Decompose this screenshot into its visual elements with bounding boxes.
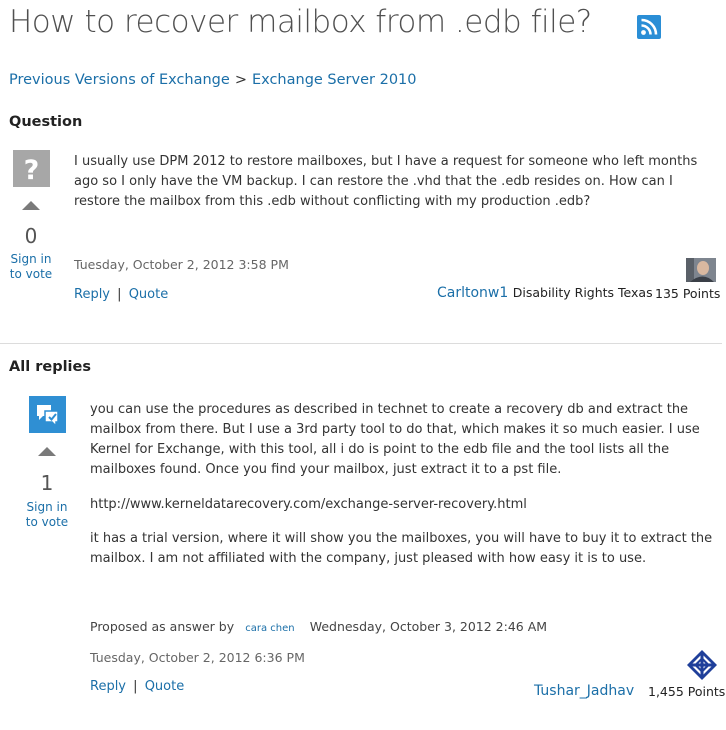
reply-timestamp: Tuesday, October 2, 2012 6:36 PM — [90, 650, 305, 665]
reply-paragraph-1: you can use the procedures as described … — [90, 402, 700, 477]
sign-in-line1: Sign in — [10, 252, 52, 266]
question-reply-link[interactable]: Reply — [74, 287, 110, 302]
reply-actions: Reply | Quote — [90, 679, 184, 694]
question-actions: Reply | Quote — [74, 287, 168, 302]
sign-in-line2: to vote — [25, 515, 69, 529]
reply-quote-link[interactable]: Quote — [145, 679, 185, 694]
breadcrumb-previous-versions-link[interactable]: Previous Versions of Exchange — [9, 72, 230, 88]
sign-in-line2: to vote — [9, 267, 53, 281]
reply-paragraph-3: it has a trial version, where it will sh… — [90, 531, 713, 566]
question-quote-link[interactable]: Quote — [129, 287, 169, 302]
breadcrumb-exchange-2010-link[interactable]: Exchange Server 2010 — [252, 72, 417, 88]
question-sign-in-to-vote-link[interactable]: Sign in to vote — [9, 252, 53, 282]
reply-vote-count: 1 — [40, 471, 54, 495]
question-author: Carltonw1 Disability Rights Texas — [437, 285, 653, 301]
reply-author-link[interactable]: Tushar_Jadhav — [534, 683, 634, 699]
reply-paragraph-url: http://www.kerneldatarecovery.com/exchan… — [90, 497, 527, 512]
question-mark-icon: ? — [13, 150, 50, 187]
breadcrumb-separator: > — [234, 72, 247, 88]
community-badge-icon[interactable] — [686, 649, 718, 681]
reply-reply-link[interactable]: Reply — [90, 679, 126, 694]
reply-author-points: 1,455 Points — [648, 684, 726, 699]
rss-icon[interactable] — [637, 15, 661, 39]
sign-in-line1: Sign in — [26, 500, 68, 514]
question-upvote-arrow-icon[interactable] — [22, 201, 40, 210]
proposed-answer-line: Proposed as answer by cara chen Wednesda… — [90, 616, 547, 635]
proposed-date: Wednesday, October 3, 2012 2:46 AM — [309, 619, 548, 634]
question-author-link[interactable]: Carltonw1 — [437, 285, 508, 301]
proposed-label: Proposed as answer by — [90, 619, 235, 634]
reply-upvote-arrow-icon[interactable] — [38, 447, 56, 456]
question-timestamp: Tuesday, October 2, 2012 3:58 PM — [74, 257, 289, 272]
action-separator: | — [117, 287, 122, 302]
question-author-affiliation: Disability Rights Texas — [512, 285, 653, 300]
question-vote-count: 0 — [24, 224, 38, 248]
reply-speech-icon — [29, 396, 66, 433]
question-author-points: 135 Points — [655, 286, 721, 301]
user-avatar[interactable] — [686, 258, 716, 282]
all-replies-heading: All replies — [9, 359, 91, 375]
question-body: I usually use DPM 2012 to restore mailbo… — [74, 154, 698, 209]
page-title: How to recover mailbox from .edb file? — [9, 4, 592, 40]
question-heading: Question — [9, 114, 83, 130]
reply-sign-in-to-vote-link[interactable]: Sign in to vote — [25, 500, 69, 530]
svg-text:?: ? — [24, 155, 40, 186]
section-divider — [0, 343, 722, 344]
proposed-by-link[interactable]: cara chen — [245, 623, 294, 634]
action-separator: | — [133, 679, 138, 694]
breadcrumb: Previous Versions of Exchange > Exchange S… — [9, 72, 417, 88]
